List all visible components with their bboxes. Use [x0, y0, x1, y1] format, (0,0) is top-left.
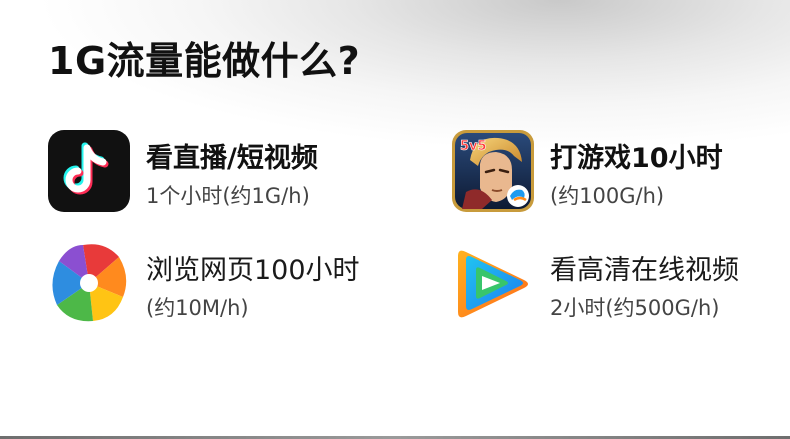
item-label: 打游戏10小时: [550, 143, 723, 174]
item-subtext: (约10M/h): [146, 296, 249, 320]
item-label: 浏览网页100小时: [146, 255, 360, 286]
game-badge: 5v5: [460, 139, 487, 154]
browser-icon: [48, 242, 130, 324]
honor-of-kings-icon: 5v5: [452, 130, 534, 212]
tiktok-icon: [48, 130, 130, 212]
item-subtext: 2小时(约500G/h): [550, 296, 720, 320]
item-subtext: (约100G/h): [550, 184, 665, 208]
item-label: 看高清在线视频: [550, 255, 739, 286]
tencent-video-icon: [452, 242, 534, 324]
page-title: 1G流量能做什么?: [48, 39, 361, 83]
item-label: 看直播/短视频: [146, 143, 318, 174]
item-subtext: 1个小时(约1G/h): [146, 184, 310, 208]
